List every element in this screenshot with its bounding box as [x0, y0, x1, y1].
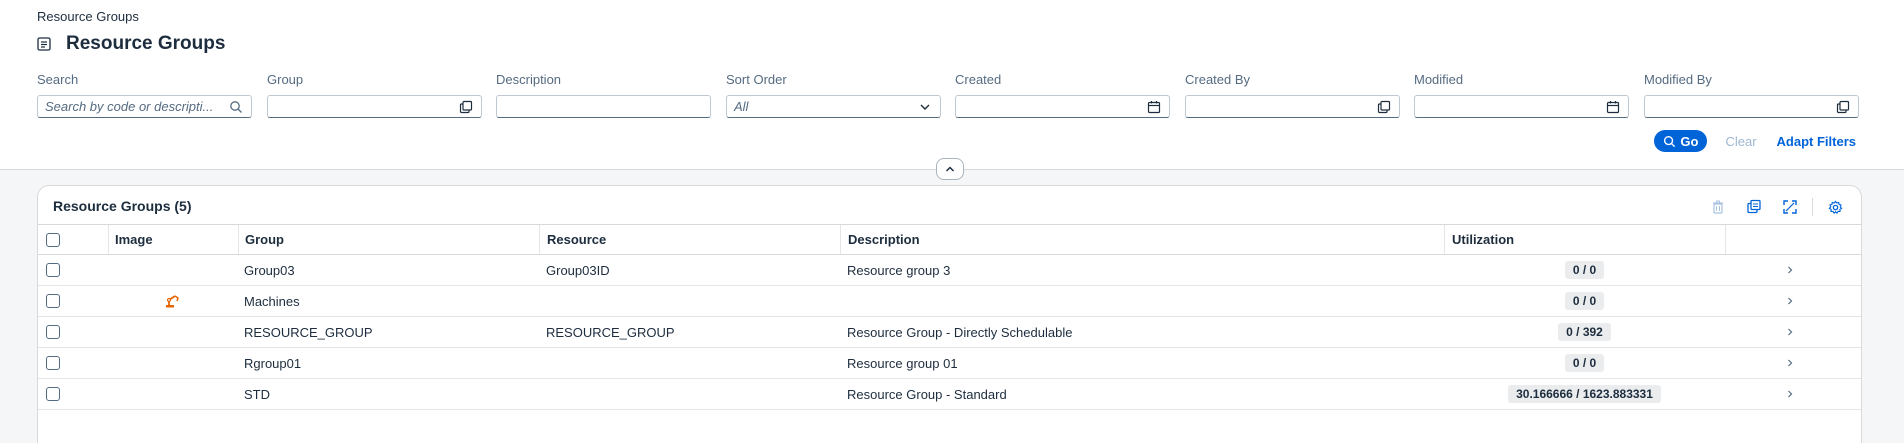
gear-icon[interactable]: [1821, 196, 1849, 218]
page-title: Resource Groups: [66, 33, 226, 54]
utilization-badge: 0 / 0: [1564, 354, 1605, 372]
filter-label-group: Group: [267, 72, 304, 87]
row-checkbox[interactable]: [46, 294, 60, 308]
cell-group: Rgroup01: [244, 355, 302, 371]
cell-group: Machines: [244, 293, 300, 309]
filter-label-sort-order: Sort Order: [726, 72, 787, 87]
cell-group: STD: [244, 386, 270, 402]
column-header-utilization[interactable]: Utilization: [1452, 225, 1514, 254]
fullscreen-icon[interactable]: [1776, 196, 1804, 218]
value-help-icon[interactable]: [459, 100, 473, 114]
copy-icon[interactable]: [1740, 196, 1768, 218]
cell-description: Resource group 01: [847, 355, 958, 371]
table-toolbar: [1696, 196, 1849, 218]
resource-groups-table: Resource Groups (5) Image Group Resource…: [37, 185, 1862, 443]
clear-button[interactable]: Clear: [1725, 134, 1756, 149]
utilization-badge: 30.166666 / 1623.883331: [1508, 385, 1661, 403]
go-button[interactable]: Go: [1654, 130, 1708, 152]
filter-sort-order: Sort Order All: [726, 72, 941, 118]
cell-description: Resource Group - Standard: [847, 386, 1007, 402]
modified-date-input[interactable]: [1414, 95, 1629, 118]
value-help-icon[interactable]: [1377, 100, 1391, 114]
column-header-description[interactable]: Description: [848, 225, 920, 254]
robot-arm-icon: [164, 286, 180, 316]
row-checkbox[interactable]: [46, 325, 60, 339]
filter-label-created: Created: [955, 72, 1002, 87]
table-row[interactable]: Machines 0 / 0: [38, 286, 1861, 317]
filter-label-search: Search: [37, 72, 79, 87]
column-header-image[interactable]: Image: [115, 225, 153, 254]
chevron-right-icon[interactable]: [1785, 317, 1795, 347]
created-by-input[interactable]: [1185, 95, 1400, 118]
cell-group: Group03: [244, 262, 295, 278]
toolbar-separator: [1812, 198, 1813, 216]
value-help-icon[interactable]: [1836, 100, 1850, 114]
chevron-up-icon: [944, 163, 956, 175]
description-input[interactable]: [496, 95, 711, 118]
cell-resource: Group03ID: [546, 262, 610, 278]
sort-order-value: All: [734, 99, 749, 114]
filter-search: Search Search by code or descripti...: [37, 72, 252, 118]
filter-created: Created: [955, 72, 1170, 118]
filter-label-modified-by: Modified By: [1644, 72, 1712, 87]
filter-label-created-by: Created By: [1185, 72, 1251, 87]
chevron-down-icon[interactable]: [918, 100, 932, 114]
chevron-right-icon[interactable]: [1785, 379, 1795, 409]
calendar-icon[interactable]: [1147, 100, 1161, 114]
filter-created-by: Created By: [1185, 72, 1400, 118]
cell-description: Resource Group - Directly Schedulable: [847, 324, 1073, 340]
utilization-badge: 0 / 392: [1558, 323, 1611, 341]
search-placeholder: Search by code or descripti...: [45, 99, 214, 114]
column-header-resource[interactable]: Resource: [547, 225, 606, 254]
row-checkbox[interactable]: [46, 387, 60, 401]
select-all-cell: [46, 225, 60, 254]
row-checkbox[interactable]: [46, 356, 60, 370]
table-header-row: Image Group Resource Description Utiliza…: [38, 224, 1861, 255]
chevron-right-icon[interactable]: [1785, 255, 1795, 285]
filter-modified-by: Modified By: [1644, 72, 1859, 118]
group-input[interactable]: [267, 95, 482, 118]
breadcrumb[interactable]: Resource Groups: [37, 9, 139, 24]
row-checkbox[interactable]: [46, 263, 60, 277]
delete-icon[interactable]: [1704, 196, 1732, 218]
column-header-group[interactable]: Group: [245, 225, 284, 254]
search-input[interactable]: Search by code or descripti...: [37, 95, 252, 118]
collapse-header-button[interactable]: [936, 158, 964, 180]
filter-description: Description: [496, 72, 711, 118]
filter-group: Group: [267, 72, 482, 118]
chevron-right-icon[interactable]: [1785, 286, 1795, 316]
page-header: Resource Groups Resource Groups Search S…: [0, 0, 1904, 170]
table-title: Resource Groups (5): [53, 198, 192, 214]
title-row: Resource Groups: [37, 33, 225, 55]
modified-by-input[interactable]: [1644, 95, 1859, 118]
utilization-badge: 0 / 0: [1564, 261, 1605, 279]
calendar-icon[interactable]: [1606, 100, 1620, 114]
table-row[interactable]: RESOURCE_GROUP RESOURCE_GROUP Resource G…: [38, 317, 1861, 348]
select-all-checkbox[interactable]: [46, 232, 60, 247]
search-icon: [1663, 135, 1676, 148]
created-date-input[interactable]: [955, 95, 1170, 118]
cell-resource: RESOURCE_GROUP: [546, 324, 675, 340]
filter-modified: Modified: [1414, 72, 1629, 118]
cell-description: Resource group 3: [847, 262, 951, 278]
search-icon[interactable]: [229, 100, 243, 114]
table-row[interactable]: Group03 Group03ID Resource group 3 0 / 0: [38, 255, 1861, 286]
table-row[interactable]: STD Resource Group - Standard 30.166666 …: [38, 379, 1861, 410]
chevron-right-icon[interactable]: [1785, 348, 1795, 378]
utilization-badge: 0 / 0: [1564, 292, 1605, 310]
list-view-icon[interactable]: [37, 37, 51, 51]
filter-label-modified: Modified: [1414, 72, 1464, 87]
filter-label-description: Description: [496, 72, 562, 87]
cell-group: RESOURCE_GROUP: [244, 324, 373, 340]
go-label: Go: [1680, 133, 1699, 149]
adapt-filters-button[interactable]: Adapt Filters: [1777, 134, 1856, 149]
table-row[interactable]: Rgroup01 Resource group 01 0 / 0: [38, 348, 1861, 379]
filter-actions: Go Clear Adapt Filters: [1654, 130, 1856, 152]
sort-order-select[interactable]: All: [726, 95, 941, 118]
